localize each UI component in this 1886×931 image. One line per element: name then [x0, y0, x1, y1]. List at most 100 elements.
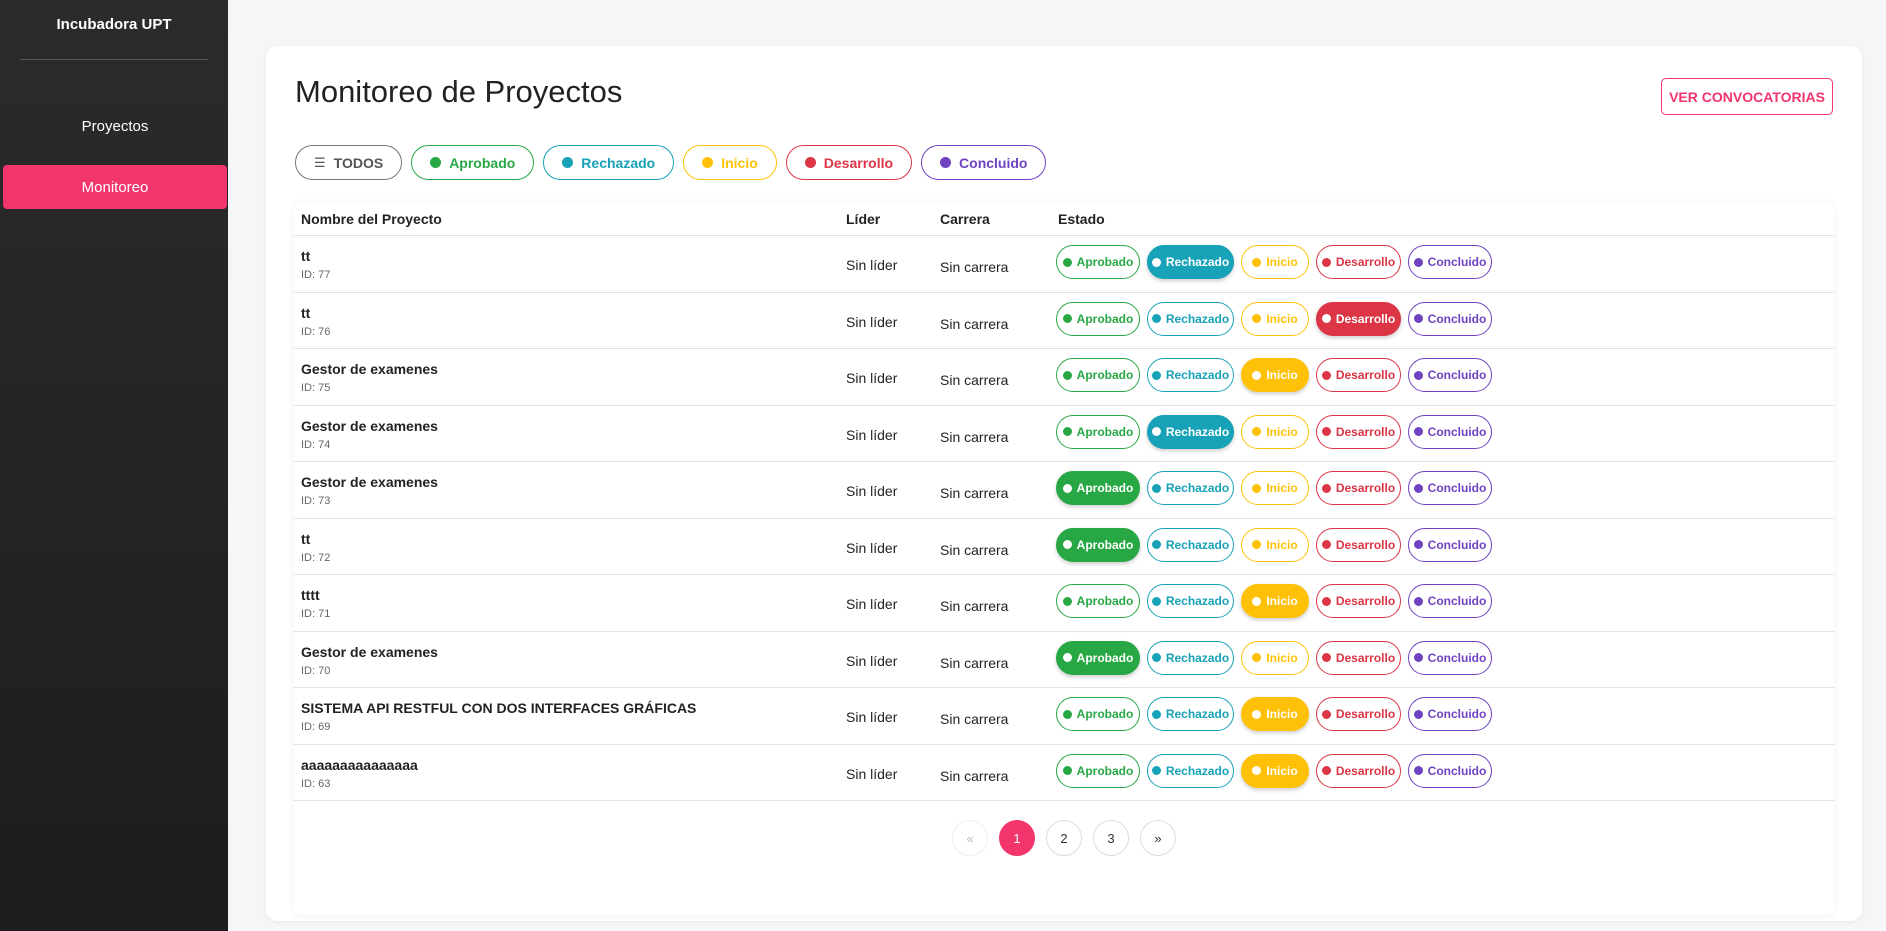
pagination-next[interactable]: » — [1140, 820, 1176, 856]
state-button-desarrollo[interactable]: Desarrollo — [1316, 753, 1401, 788]
filter-label: Rechazado — [581, 154, 656, 171]
filter-label: Inicio — [721, 154, 758, 171]
state-label: Rechazado — [1165, 424, 1230, 439]
state-label: Desarrollo — [1335, 594, 1396, 608]
status-dot-icon — [430, 157, 442, 168]
status-dot-icon — [1413, 709, 1423, 719]
state-button-desarrollo[interactable]: Desarrollo — [1316, 301, 1401, 336]
state-button-inicio[interactable]: Inicio — [1241, 640, 1309, 675]
table-header: Nombre del Proyecto Líder Carrera Estado — [294, 202, 1834, 236]
state-button-desarrollo[interactable]: Desarrollo — [1316, 640, 1401, 675]
state-button-inicio[interactable]: Inicio — [1241, 414, 1309, 449]
state-button-concluido[interactable]: Concluido — [1408, 358, 1492, 392]
state-button-inicio[interactable]: Inicio — [1241, 358, 1309, 392]
filter-todos[interactable]: ☰ TODOS — [295, 145, 403, 180]
state-label: Concluido — [1427, 311, 1487, 326]
state-button-aprobado[interactable]: Aprobado — [1056, 245, 1140, 279]
state-button-aprobado[interactable]: Aprobado — [1056, 471, 1140, 505]
state-label: Desarrollo — [1335, 763, 1396, 778]
filter-inicio[interactable]: Inicio — [683, 145, 777, 180]
status-dot-icon — [1062, 483, 1072, 493]
project-lider: Sin líder — [846, 313, 898, 330]
state-label: Concluido — [1427, 650, 1487, 665]
filter-desarrollo[interactable]: Desarrollo — [785, 145, 913, 180]
state-button-concluido[interactable]: Concluido — [1408, 527, 1492, 562]
state-button-concluido[interactable]: Concluido — [1408, 301, 1492, 336]
state-label: Inicio — [1266, 763, 1298, 778]
state-button-inicio[interactable]: Inicio — [1241, 753, 1309, 788]
state-label: Rechazado — [1165, 650, 1230, 665]
state-button-rechazado[interactable]: Rechazado — [1147, 697, 1234, 731]
project-lider: Sin líder — [846, 652, 898, 669]
state-button-inicio[interactable]: Inicio — [1241, 527, 1309, 562]
state-button-aprobado[interactable]: Aprobado — [1056, 527, 1140, 562]
state-button-rechazado[interactable]: Rechazado — [1147, 471, 1234, 505]
state-button-rechazado[interactable]: Rechazado — [1147, 584, 1234, 618]
state-button-aprobado[interactable]: Aprobado — [1056, 697, 1140, 731]
state-button-aprobado[interactable]: Aprobado — [1056, 753, 1140, 788]
state-button-inicio[interactable]: Inicio — [1241, 584, 1309, 618]
filter-concluido[interactable]: Concluido — [921, 145, 1047, 180]
state-button-desarrollo[interactable]: Desarrollo — [1316, 471, 1401, 505]
project-carrera: Sin carrera — [940, 654, 1009, 671]
state-button-concluido[interactable]: Concluido — [1408, 697, 1492, 731]
status-dot-icon — [1252, 370, 1262, 380]
state-button-concluido[interactable]: Concluido — [1408, 584, 1492, 618]
state-button-inicio[interactable]: Inicio — [1241, 301, 1309, 336]
sidebar-item-monitoreo[interactable]: Monitoreo — [3, 165, 227, 209]
state-button-aprobado[interactable]: Aprobado — [1056, 414, 1140, 449]
state-button-rechazado[interactable]: Rechazado — [1147, 414, 1234, 449]
state-button-rechazado[interactable]: Rechazado — [1147, 358, 1234, 392]
filter-aprobado[interactable]: Aprobado — [411, 145, 535, 180]
state-button-inicio[interactable]: Inicio — [1241, 471, 1309, 505]
state-button-concluido[interactable]: Concluido — [1408, 414, 1492, 449]
status-dot-icon — [1151, 540, 1161, 549]
table-row: tt ID: 72 Sin líder Sin carrera Aprobado Rech… — [294, 519, 1834, 575]
project-lider: Sin líder — [846, 370, 898, 386]
status-dot-icon — [1252, 540, 1262, 549]
state-buttons: Aprobado Rechazado Inicio Desarrollo Conclui… — [1056, 527, 1499, 562]
sidebar-item-proyectos[interactable]: Proyectos — [3, 104, 227, 148]
pagination-prev[interactable]: « — [952, 820, 988, 856]
state-label: Aprobado — [1076, 255, 1134, 269]
status-dot-icon — [1413, 766, 1423, 775]
status-dot-icon — [1413, 540, 1423, 549]
state-button-rechazado[interactable]: Rechazado — [1147, 753, 1234, 788]
status-dot-icon — [1252, 653, 1262, 662]
state-button-aprobado[interactable]: Aprobado — [1056, 640, 1140, 675]
state-button-desarrollo[interactable]: Desarrollo — [1316, 527, 1401, 562]
project-carrera: Sin carrera — [940, 767, 1009, 784]
state-button-desarrollo[interactable]: Desarrollo — [1316, 245, 1401, 279]
pagination-page-2[interactable]: 2 — [1046, 820, 1082, 856]
state-button-aprobado[interactable]: Aprobado — [1056, 584, 1140, 618]
state-button-concluido[interactable]: Concluido — [1408, 245, 1492, 279]
ver-convocatorias-button[interactable]: VER CONVOCATORIAS — [1661, 78, 1833, 115]
status-dot-icon — [1151, 427, 1161, 436]
layers-icon: ☰ — [314, 154, 326, 170]
state-button-desarrollo[interactable]: Desarrollo — [1316, 358, 1401, 392]
state-button-desarrollo[interactable]: Desarrollo — [1316, 414, 1401, 449]
state-button-concluido[interactable]: Concluido — [1408, 753, 1492, 788]
state-label: Inicio — [1266, 311, 1298, 326]
state-button-concluido[interactable]: Concluido — [1408, 640, 1492, 675]
pagination-page-3[interactable]: 3 — [1093, 820, 1129, 856]
state-button-rechazado[interactable]: Rechazado — [1147, 301, 1234, 336]
state-buttons: Aprobado Rechazado Inicio Desarrollo Conclui… — [1056, 414, 1499, 449]
state-button-concluido[interactable]: Concluido — [1408, 471, 1492, 505]
state-button-desarrollo[interactable]: Desarrollo — [1316, 697, 1401, 731]
filter-rechazado[interactable]: Rechazado — [543, 145, 675, 180]
state-button-desarrollo[interactable]: Desarrollo — [1316, 584, 1401, 618]
pagination-page-1[interactable]: 1 — [999, 820, 1035, 856]
state-label: Rechazado — [1165, 311, 1230, 326]
table-row: SISTEMA API RESTFUL CON DOS INTERFACES G… — [294, 688, 1834, 745]
status-dot-icon — [1062, 314, 1072, 323]
state-button-inicio[interactable]: Inicio — [1241, 245, 1309, 279]
state-button-rechazado[interactable]: Rechazado — [1147, 527, 1234, 562]
state-button-rechazado[interactable]: Rechazado — [1147, 245, 1234, 279]
state-button-aprobado[interactable]: Aprobado — [1056, 358, 1140, 392]
state-button-rechazado[interactable]: Rechazado — [1147, 640, 1234, 675]
state-button-aprobado[interactable]: Aprobado — [1056, 301, 1140, 336]
state-label: Aprobado — [1076, 594, 1134, 608]
state-button-inicio[interactable]: Inicio — [1241, 697, 1309, 731]
state-label: Concluido — [1427, 481, 1487, 495]
